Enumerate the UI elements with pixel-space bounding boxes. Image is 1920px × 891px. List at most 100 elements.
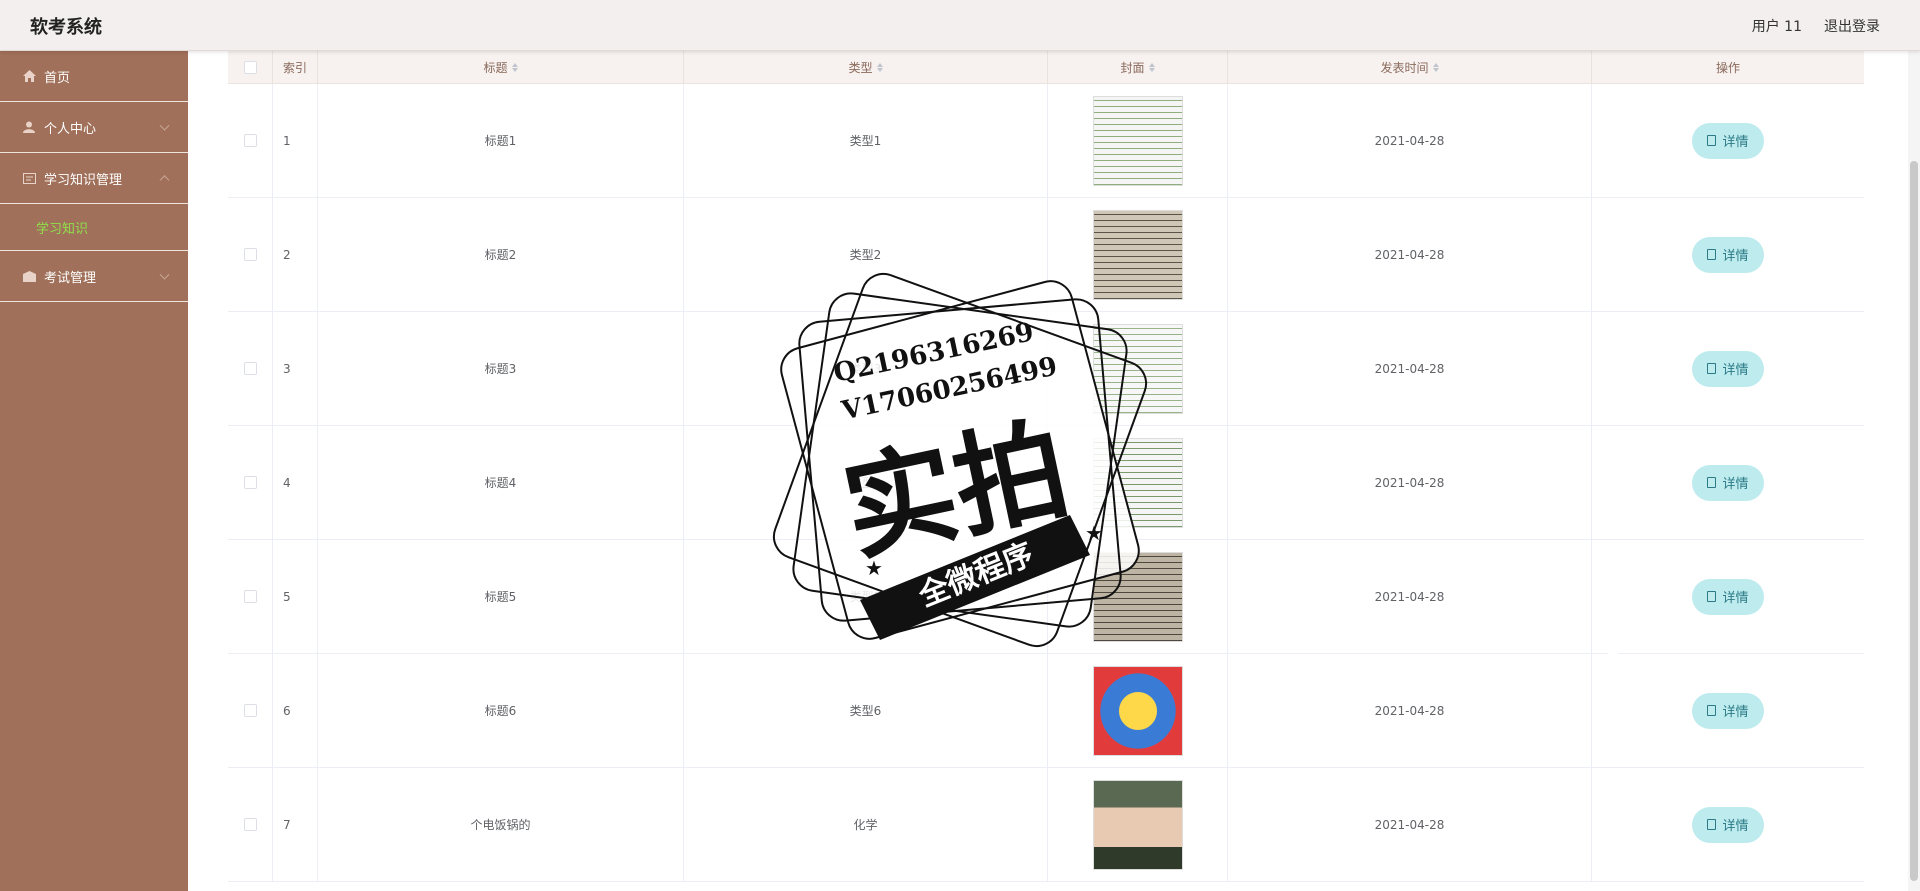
book-icon	[22, 171, 36, 185]
main-content: 索引 标题 类型 封面 发表时间 操作 1 标题1 类型1 2021-04-28…	[188, 51, 1908, 891]
row-checkbox[interactable]	[243, 590, 257, 603]
row-title: 标题3	[318, 312, 684, 425]
sidebar-subitem-knowledge[interactable]: 学习知识	[0, 204, 188, 251]
row-index: 1	[273, 84, 318, 197]
row-type: 类型5	[684, 540, 1048, 653]
user-icon	[22, 120, 36, 134]
row-cover-cell	[1048, 654, 1228, 767]
vertical-scrollbar[interactable]	[1908, 51, 1920, 891]
row-checkbox[interactable]	[243, 476, 257, 489]
row-index: 4	[273, 426, 318, 539]
row-check-cell	[228, 768, 273, 881]
sort-icon[interactable]	[511, 62, 518, 72]
cover-image	[1092, 437, 1183, 528]
home-icon	[22, 69, 36, 83]
header-type[interactable]: 类型	[684, 51, 1048, 83]
row-title: 标题2	[318, 198, 684, 311]
row-title: 个电饭锅的	[318, 768, 684, 881]
select-all-checkbox[interactable]	[243, 60, 257, 74]
detail-button[interactable]: 详情	[1692, 236, 1764, 273]
exam-icon	[22, 269, 36, 283]
row-actions: 详情	[1592, 768, 1864, 881]
row-type: 化学	[684, 768, 1048, 881]
sidebar-item-exam-management[interactable]: 考试管理	[0, 251, 188, 302]
detail-button[interactable]: 详情	[1692, 578, 1764, 615]
logout-button[interactable]: 退出登录	[1824, 16, 1880, 36]
select-all-cell	[228, 51, 273, 83]
row-actions: 详情	[1592, 540, 1864, 653]
cover-image	[1092, 95, 1183, 186]
cover-image	[1092, 665, 1183, 756]
row-checkbox[interactable]	[243, 704, 257, 717]
sidebar: 首页 个人中心 学习知识管理 学习知识 考试管理	[0, 51, 188, 891]
header-title[interactable]: 标题	[318, 51, 684, 83]
row-index: 5	[273, 540, 318, 653]
detail-button-label: 详情	[1722, 591, 1749, 606]
table-row: 5 标题5 类型5 2021-04-28 详情	[228, 540, 1864, 654]
row-cover-cell	[1048, 198, 1228, 311]
row-date: 2021-04-28	[1228, 84, 1592, 197]
row-checkbox[interactable]	[243, 362, 257, 375]
row-actions: 详情	[1592, 654, 1864, 767]
row-cover-cell	[1048, 312, 1228, 425]
row-cover-cell	[1048, 540, 1228, 653]
sidebar-item-label: 首页	[44, 70, 71, 86]
row-checkbox[interactable]	[243, 248, 257, 261]
table-row: 3 标题3 类型3 2021-04-28 详情	[228, 312, 1864, 426]
detail-button[interactable]: 详情	[1692, 350, 1764, 387]
current-user: 用户 11	[1751, 19, 1802, 35]
header-cover[interactable]: 封面	[1048, 51, 1228, 83]
table-header: 索引 标题 类型 封面 发表时间 操作	[228, 51, 1864, 84]
row-actions: 详情	[1592, 198, 1864, 311]
row-title: 标题1	[318, 84, 684, 197]
row-type: 类型3	[684, 312, 1048, 425]
detail-button[interactable]: 详情	[1692, 464, 1764, 501]
row-index: 7	[273, 768, 318, 881]
row-actions: 详情	[1592, 84, 1864, 197]
sidebar-item-label: 个人中心	[44, 121, 97, 137]
sidebar-item-personal-center[interactable]: 个人中心	[0, 102, 188, 153]
cover-image	[1092, 209, 1183, 300]
cover-image	[1092, 551, 1183, 642]
row-check-cell	[228, 654, 273, 767]
detail-button-label: 详情	[1722, 363, 1749, 378]
knowledge-table: 索引 标题 类型 封面 发表时间 操作 1 标题1 类型1 2021-04-28…	[228, 51, 1864, 882]
detail-button-label: 详情	[1722, 249, 1749, 264]
row-actions: 详情	[1592, 426, 1864, 539]
detail-button[interactable]: 详情	[1692, 692, 1764, 729]
row-check-cell	[228, 198, 273, 311]
table-row: 4 标题4 类型4 2021-04-28 详情	[228, 426, 1864, 540]
detail-button-label: 详情	[1722, 135, 1749, 150]
row-date: 2021-04-28	[1228, 312, 1592, 425]
row-date: 2021-04-28	[1228, 768, 1592, 881]
table-row: 1 标题1 类型1 2021-04-28 详情	[228, 84, 1864, 198]
row-type: 类型4	[684, 426, 1048, 539]
chevron-up-icon	[159, 175, 170, 186]
header-date[interactable]: 发表时间	[1228, 51, 1592, 83]
row-check-cell	[228, 312, 273, 425]
scrollbar-thumb[interactable]	[1910, 161, 1918, 881]
row-checkbox[interactable]	[243, 134, 257, 147]
sort-icon[interactable]	[1432, 62, 1439, 72]
document-icon	[1707, 819, 1717, 830]
detail-button[interactable]: 详情	[1692, 806, 1764, 843]
header-index: 索引	[273, 51, 318, 83]
row-cover-cell	[1048, 84, 1228, 197]
table-body: 1 标题1 类型1 2021-04-28 详情 2 标题2 类型2 2021-0…	[228, 84, 1864, 882]
sort-icon[interactable]	[876, 62, 883, 72]
detail-button-label: 详情	[1722, 705, 1749, 720]
document-icon	[1707, 705, 1717, 716]
sidebar-item-home[interactable]: 首页	[0, 51, 188, 102]
row-date: 2021-04-28	[1228, 426, 1592, 539]
row-title: 标题4	[318, 426, 684, 539]
table-row: 2 标题2 类型2 2021-04-28 详情	[228, 198, 1864, 312]
sidebar-item-knowledge-management[interactable]: 学习知识管理	[0, 153, 188, 204]
detail-button[interactable]: 详情	[1692, 122, 1764, 159]
cover-image	[1092, 323, 1183, 414]
row-checkbox[interactable]	[243, 818, 257, 831]
sort-icon[interactable]	[1148, 62, 1155, 72]
chevron-down-icon	[159, 269, 170, 280]
table-row: 7 个电饭锅的 化学 2021-04-28 详情	[228, 768, 1864, 882]
row-title: 标题6	[318, 654, 684, 767]
row-date: 2021-04-28	[1228, 540, 1592, 653]
